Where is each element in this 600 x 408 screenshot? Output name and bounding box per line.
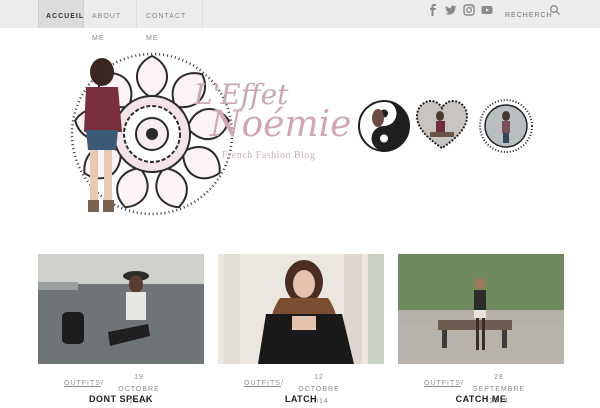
post-title[interactable]: Dont speak xyxy=(38,394,204,404)
post-card[interactable]: Outfits / 28 Septembre 2014 Catch me xyxy=(398,254,564,405)
facebook-icon[interactable] xyxy=(427,4,439,16)
youtube-icon[interactable] xyxy=(481,4,493,16)
post-date-line1: 19 Octobre xyxy=(118,374,160,393)
nav-home[interactable]: Accueil xyxy=(38,0,84,28)
heart-photo-badge[interactable] xyxy=(414,98,470,154)
post-title[interactable]: Latch xyxy=(218,394,384,404)
post-date-line1: 28 Septembre xyxy=(472,374,526,393)
nav-home-label: Accueil xyxy=(46,13,85,20)
meta-separator: / xyxy=(281,380,284,387)
instagram-icon[interactable] xyxy=(463,4,475,16)
post-card[interactable]: Outfits / 19 Octobre 2014 Dont speak xyxy=(38,254,204,405)
blog-subtitle: French Fashion Blog xyxy=(222,150,316,161)
top-nav: Accueil About me Contact me xyxy=(0,0,600,42)
blog-title[interactable]: L'Effet Noémie xyxy=(194,80,352,145)
post-category[interactable]: Outfits xyxy=(424,380,461,387)
meta-separator: / xyxy=(461,380,464,387)
search-input[interactable] xyxy=(505,9,553,22)
post-image[interactable] xyxy=(398,254,564,364)
post-title[interactable]: Catch me xyxy=(398,394,564,404)
blog-title-line2: Noémie xyxy=(210,104,352,145)
post-image[interactable] xyxy=(218,254,384,364)
meta-separator: / xyxy=(101,380,104,387)
nav-about[interactable]: About me xyxy=(84,0,137,42)
post-image[interactable] xyxy=(38,254,204,364)
nav-contact[interactable]: Contact me xyxy=(138,0,203,42)
search-box[interactable] xyxy=(505,4,563,22)
yin-yang-photo-badge[interactable] xyxy=(356,98,412,154)
twitter-icon[interactable] xyxy=(445,4,457,16)
circle-photo-badge[interactable] xyxy=(478,98,534,154)
post-category[interactable]: Outfits xyxy=(64,380,101,387)
post-date-line1: 12 Octobre xyxy=(298,374,340,393)
post-category[interactable]: Outfits xyxy=(244,380,281,387)
post-card[interactable]: Outfits / 12 Octobre 2014 Latch xyxy=(218,254,384,405)
search-icon[interactable] xyxy=(549,4,561,16)
